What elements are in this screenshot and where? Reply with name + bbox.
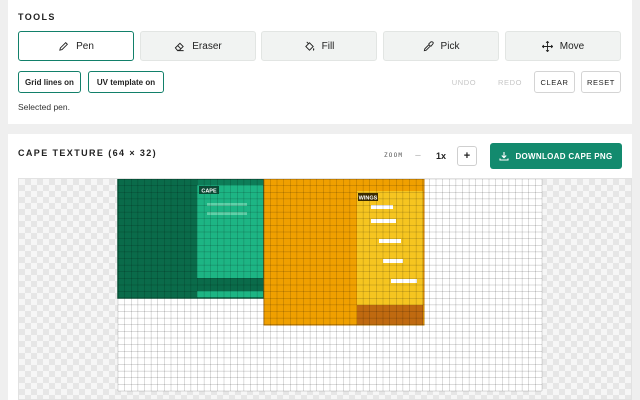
tools-panel: TOOLS Pen Eraser Fill Pick Move Grid lin…	[8, 0, 632, 124]
pick-tool-label: Pick	[440, 40, 460, 52]
cape-top-strip	[197, 179, 263, 185]
cape-region-label: CAPE	[201, 189, 217, 195]
cape-detail	[207, 212, 247, 215]
pen-tool-button[interactable]: Pen	[18, 31, 134, 61]
move-tool-label: Move	[559, 40, 585, 52]
cape-texture-panel: CAPE TEXTURE (64 × 32) ZOOM − 1x + DOWNL…	[8, 134, 632, 400]
pick-tool-button[interactable]: Pick	[383, 31, 499, 61]
cape-canvas[interactable]: CAPE WINGS	[18, 178, 632, 400]
fill-tool-button[interactable]: Fill	[261, 31, 377, 61]
zoom-out-button[interactable]: −	[408, 146, 428, 166]
move-tool-button[interactable]: Move	[505, 31, 621, 61]
cape-texture-grid[interactable]: CAPE WINGS	[19, 179, 632, 400]
tools-title: TOOLS	[18, 12, 56, 22]
eraser-tool-label: Eraser	[192, 40, 222, 52]
zoom-in-button[interactable]: +	[457, 146, 477, 166]
move-arrows-icon	[541, 40, 553, 52]
wings-region-label: WINGS	[359, 196, 378, 202]
pen-tool-label: Pen	[76, 40, 94, 52]
redo-button[interactable]: REDO	[490, 71, 530, 93]
wings-bottom-band	[357, 305, 423, 325]
wings-detail	[391, 279, 417, 283]
pen-icon	[59, 41, 69, 51]
fill-tool-label: Fill	[321, 40, 335, 52]
cape-bottom-band	[197, 278, 263, 291]
download-icon	[499, 152, 509, 161]
reset-button[interactable]: RESET	[581, 71, 621, 93]
download-cape-button[interactable]: DOWNLOAD CAPE PNG	[490, 143, 622, 169]
uv-template-toggle[interactable]: UV template on	[88, 71, 164, 93]
cape-texture-title: CAPE TEXTURE (64 × 32)	[18, 148, 158, 158]
undo-button[interactable]: UNDO	[444, 71, 484, 93]
wings-detail	[383, 259, 403, 263]
wings-detail	[371, 219, 396, 223]
status-text: Selected pen.	[18, 102, 70, 112]
eraser-icon	[175, 42, 185, 51]
fill-bucket-icon	[304, 41, 314, 51]
zoom-value: 1x	[436, 151, 447, 161]
grid-lines-toggle[interactable]: Grid lines on	[18, 71, 81, 93]
eraser-tool-button[interactable]: Eraser	[140, 31, 256, 61]
zoom-label: ZOOM	[384, 152, 404, 159]
eyedropper-icon	[423, 40, 434, 51]
download-label: DOWNLOAD CAPE PNG	[515, 151, 613, 161]
clear-button[interactable]: CLEAR	[534, 71, 575, 93]
wings-detail	[379, 239, 401, 243]
